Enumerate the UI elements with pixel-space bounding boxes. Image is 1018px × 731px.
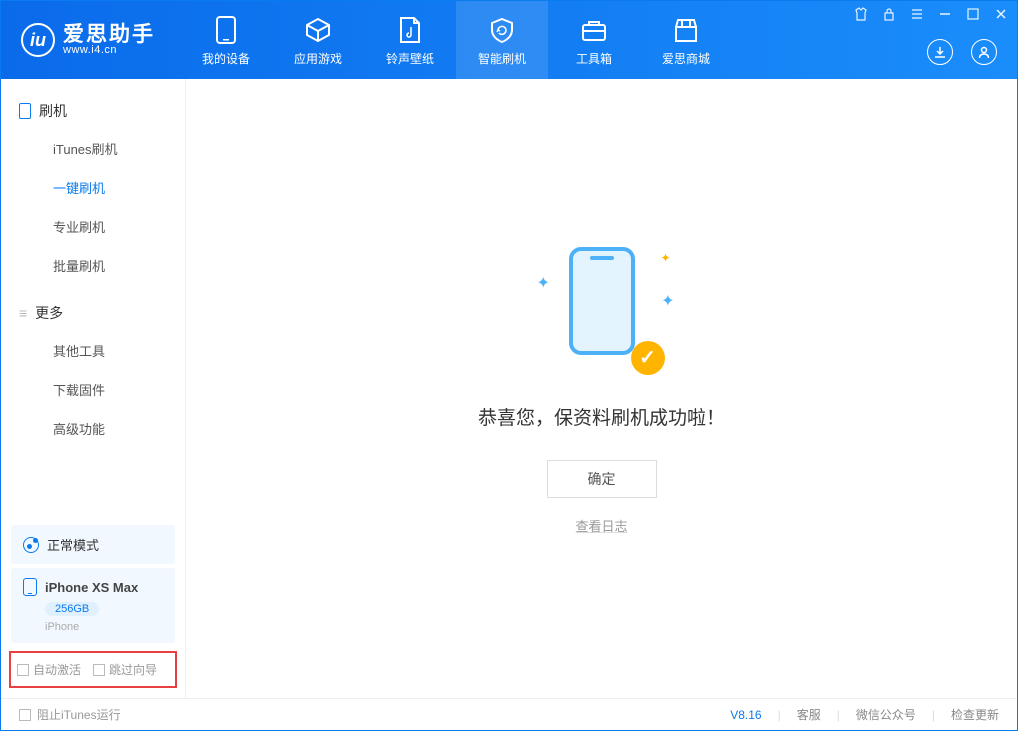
checkbox-stop-itunes[interactable]: 阻止iTunes运行 bbox=[19, 706, 121, 723]
nav-toolbox[interactable]: 工具箱 bbox=[548, 1, 640, 79]
nav-label: 工具箱 bbox=[576, 50, 612, 67]
phone-icon bbox=[23, 578, 37, 596]
device-name: iPhone XS Max bbox=[45, 580, 138, 595]
nav-label: 铃声壁纸 bbox=[386, 50, 434, 67]
header-bar: iu 爱思助手 www.i4.cn 我的设备 应用游戏 铃声壁纸 智能刷机 工具… bbox=[1, 1, 1017, 79]
mode-icon bbox=[23, 537, 39, 553]
sidebar-group-flash[interactable]: 刷机 bbox=[1, 93, 185, 129]
success-illustration: ✦ ✦ ✦ ✓ bbox=[547, 243, 657, 373]
sidebar-group-label: 刷机 bbox=[39, 101, 67, 121]
divider: | bbox=[837, 708, 840, 722]
logo-icon: iu bbox=[21, 23, 55, 57]
footer-bar: 阻止iTunes运行 V8.16 | 客服 | 微信公众号 | 检查更新 bbox=[1, 698, 1017, 730]
nav-apps-games[interactable]: 应用游戏 bbox=[272, 1, 364, 79]
nav-label: 应用游戏 bbox=[294, 50, 342, 67]
footer-link-update[interactable]: 检查更新 bbox=[951, 706, 999, 723]
nav-label: 智能刷机 bbox=[478, 50, 526, 67]
logo-title: 爱思助手 bbox=[63, 24, 155, 45]
divider: | bbox=[932, 708, 935, 722]
phone-outline-icon bbox=[19, 103, 31, 119]
divider: | bbox=[778, 708, 781, 722]
music-file-icon bbox=[394, 14, 426, 46]
close-icon[interactable] bbox=[993, 6, 1009, 22]
main-content: ✦ ✦ ✦ ✓ 恭喜您，保资料刷机成功啦！ 确定 查看日志 bbox=[186, 79, 1017, 698]
checkbox-label: 跳过向导 bbox=[109, 661, 157, 678]
sidebar-item-itunes-flash[interactable]: iTunes刷机 bbox=[13, 129, 185, 168]
list-icon: ≡ bbox=[19, 305, 27, 321]
minimize-icon[interactable] bbox=[937, 6, 953, 22]
nav-smart-flash[interactable]: 智能刷机 bbox=[456, 1, 548, 79]
menu-icon[interactable] bbox=[909, 6, 925, 22]
highlighted-checkbox-row: 自动激活 跳过向导 bbox=[9, 651, 177, 688]
sidebar-item-other-tools[interactable]: 其他工具 bbox=[13, 331, 185, 370]
cube-icon bbox=[302, 14, 334, 46]
version-label: V8.16 bbox=[730, 708, 761, 722]
nav-store[interactable]: 爱思商城 bbox=[640, 1, 732, 79]
refresh-shield-icon bbox=[486, 14, 518, 46]
sparkle-icon: ✦ bbox=[661, 291, 674, 311]
sparkle-icon: ✦ bbox=[537, 273, 550, 293]
checkbox-icon bbox=[17, 664, 29, 676]
toolbox-icon bbox=[578, 14, 610, 46]
download-icon[interactable] bbox=[927, 39, 953, 65]
sidebar-item-oneclick-flash[interactable]: 一键刷机 bbox=[13, 168, 185, 207]
device-info-row[interactable]: iPhone XS Max 256GB iPhone bbox=[11, 568, 175, 643]
nav-label: 我的设备 bbox=[202, 50, 250, 67]
device-icon bbox=[210, 14, 242, 46]
phone-illustration-icon bbox=[569, 247, 635, 355]
sidebar-item-download-firmware[interactable]: 下载固件 bbox=[13, 370, 185, 409]
checkbox-skip-guide[interactable]: 跳过向导 bbox=[93, 661, 157, 678]
view-log-link[interactable]: 查看日志 bbox=[575, 516, 627, 535]
confirm-button[interactable]: 确定 bbox=[547, 460, 657, 498]
nav-ringtones-wallpaper[interactable]: 铃声壁纸 bbox=[364, 1, 456, 79]
checkbox-icon bbox=[93, 664, 105, 676]
checkbox-auto-activate[interactable]: 自动激活 bbox=[17, 661, 81, 678]
store-icon bbox=[670, 14, 702, 46]
checkmark-badge-icon: ✓ bbox=[631, 341, 665, 375]
checkbox-icon bbox=[19, 709, 31, 721]
nav-label: 爱思商城 bbox=[662, 50, 710, 67]
maximize-icon[interactable] bbox=[965, 6, 981, 22]
device-type: iPhone bbox=[45, 621, 163, 633]
device-mode-row[interactable]: 正常模式 bbox=[11, 525, 175, 564]
checkbox-label: 阻止iTunes运行 bbox=[37, 706, 121, 723]
logo-subtitle: www.i4.cn bbox=[63, 45, 155, 56]
success-message: 恭喜您，保资料刷机成功啦！ bbox=[478, 403, 725, 430]
sparkle-icon: ✦ bbox=[660, 251, 670, 265]
shirt-icon[interactable] bbox=[853, 6, 869, 22]
sidebar-group-more[interactable]: ≡ 更多 bbox=[1, 295, 185, 331]
sidebar-item-pro-flash[interactable]: 专业刷机 bbox=[13, 207, 185, 246]
sidebar-item-batch-flash[interactable]: 批量刷机 bbox=[13, 246, 185, 285]
mode-label: 正常模式 bbox=[47, 535, 99, 554]
main-nav: 我的设备 应用游戏 铃声壁纸 智能刷机 工具箱 爱思商城 bbox=[180, 1, 732, 79]
sidebar: 刷机 iTunes刷机 一键刷机 专业刷机 批量刷机 ≡ 更多 其他工具 下载固… bbox=[1, 79, 186, 698]
device-storage-badge: 256GB bbox=[45, 602, 99, 616]
footer-link-wechat[interactable]: 微信公众号 bbox=[856, 706, 916, 723]
footer-link-support[interactable]: 客服 bbox=[797, 706, 821, 723]
sidebar-item-advanced[interactable]: 高级功能 bbox=[13, 409, 185, 448]
nav-my-device[interactable]: 我的设备 bbox=[180, 1, 272, 79]
checkbox-label: 自动激活 bbox=[33, 661, 81, 678]
app-logo[interactable]: iu 爱思助手 www.i4.cn bbox=[21, 23, 155, 57]
lock-icon[interactable] bbox=[881, 6, 897, 22]
sidebar-group-label: 更多 bbox=[35, 303, 63, 323]
user-icon[interactable] bbox=[971, 39, 997, 65]
